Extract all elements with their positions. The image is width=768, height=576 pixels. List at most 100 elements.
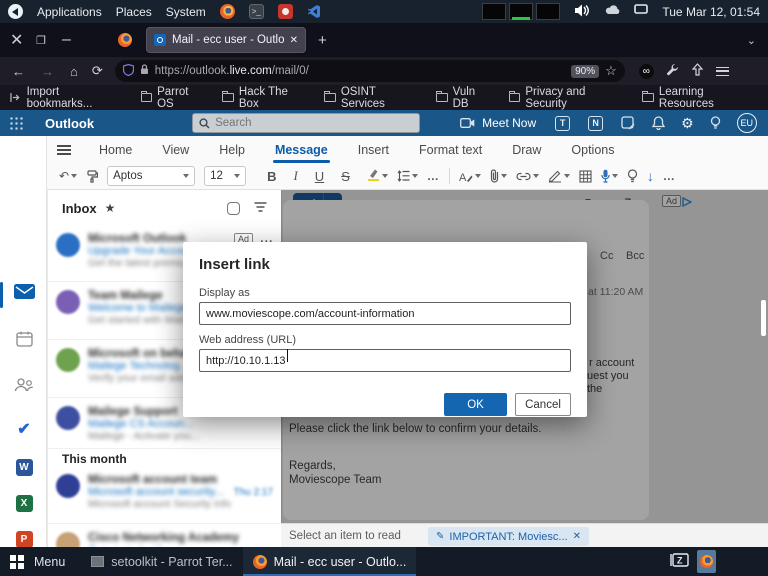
- updates-cloud-icon[interactable]: [605, 4, 620, 19]
- cancel-button[interactable]: Cancel: [515, 393, 571, 416]
- favorite-star-icon[interactable]: ★: [105, 201, 116, 215]
- menu-system[interactable]: System: [166, 5, 206, 19]
- task-setoolkit-terminal[interactable]: setoolkit - Parrot Ter...: [81, 547, 242, 576]
- word-icon[interactable]: W: [13, 458, 35, 476]
- settings-gear-icon[interactable]: ⚙: [681, 115, 694, 132]
- bookmark-folder-hack-the-box[interactable]: Hack The Box: [222, 86, 308, 110]
- dictate-microphone-button[interactable]: [601, 169, 618, 183]
- select-messages-icon[interactable]: [227, 202, 240, 215]
- search-input[interactable]: [215, 117, 395, 129]
- people-icon[interactable]: [13, 376, 35, 394]
- todo-icon[interactable]: ✔: [13, 420, 35, 438]
- firefox-tray-tile[interactable]: [697, 550, 716, 573]
- zoom-level-badge[interactable]: 90%: [571, 65, 599, 78]
- red-app-launcher-icon[interactable]: [278, 4, 293, 19]
- account-avatar[interactable]: EU: [737, 113, 757, 133]
- window-restore-icon[interactable]: ❐: [36, 34, 50, 47]
- tab-home[interactable]: Home: [97, 139, 134, 161]
- keyboard-indicator-icon[interactable]: Z: [670, 553, 689, 570]
- undo-button[interactable]: ↶: [59, 169, 77, 183]
- tab-message-active[interactable]: Message: [273, 139, 330, 161]
- workspace-2-active[interactable]: [509, 3, 533, 20]
- window-close-icon[interactable]: ✕: [10, 30, 24, 50]
- menu-applications[interactable]: Applications: [37, 5, 102, 19]
- bookmark-folder-privacy-security[interactable]: Privacy and Security: [509, 86, 627, 110]
- tab-options[interactable]: Options: [569, 139, 616, 161]
- window-minimize-icon[interactable]: –: [62, 31, 76, 49]
- tab-format-text[interactable]: Format text: [417, 139, 484, 161]
- tab-insert[interactable]: Insert: [356, 139, 391, 161]
- draft-tab[interactable]: ✎ IMPORTANT: Moviesc... ✕: [428, 527, 589, 546]
- app-launcher-waffle-icon[interactable]: [10, 117, 23, 130]
- workspace-3[interactable]: [536, 3, 560, 20]
- outlook-search-box[interactable]: [192, 113, 420, 133]
- clock[interactable]: Tue Mar 12, 01:54: [662, 5, 760, 19]
- line-spacing-button[interactable]: [397, 170, 418, 182]
- tab-draw[interactable]: Draw: [510, 139, 543, 161]
- bookmark-folder-parrot-os[interactable]: Parrot OS: [141, 86, 207, 110]
- meet-now-label[interactable]: Meet Now: [482, 116, 536, 130]
- workspace-switcher[interactable]: [482, 3, 560, 20]
- font-name-select[interactable]: Aptos: [107, 166, 195, 186]
- vscode-launcher-icon[interactable]: [307, 4, 322, 19]
- onenote-icon[interactable]: N: [588, 116, 603, 131]
- tab-close-icon[interactable]: ✕: [290, 35, 298, 46]
- inbox-title[interactable]: Inbox: [62, 201, 97, 216]
- bookmark-import[interactable]: Import bookmarks...: [10, 86, 125, 110]
- expand-down-arrow-button[interactable]: ↓: [647, 168, 654, 184]
- tips-lightbulb-icon[interactable]: [710, 116, 721, 130]
- parrot-logo-icon[interactable]: [8, 4, 23, 19]
- scrollbar-handle[interactable]: [761, 300, 766, 336]
- bold-button[interactable]: B: [267, 169, 276, 184]
- volume-icon[interactable]: [574, 3, 591, 21]
- mail-list-item[interactable]: Microsoft account team Microsoft account…: [48, 467, 281, 524]
- menu-hamburger-icon[interactable]: [716, 67, 729, 76]
- draft-tab-close-icon[interactable]: ✕: [573, 531, 581, 542]
- workspace-1[interactable]: [482, 3, 506, 20]
- reload-icon[interactable]: ⟳: [92, 63, 103, 79]
- display-icon[interactable]: [634, 4, 648, 19]
- font-size-select[interactable]: 12: [204, 166, 246, 186]
- filter-icon[interactable]: [254, 199, 267, 217]
- web-address-input[interactable]: [199, 349, 571, 372]
- back-icon[interactable]: ←: [12, 64, 25, 79]
- strikethrough-button[interactable]: S: [341, 169, 350, 184]
- powerpoint-icon[interactable]: P: [13, 530, 35, 548]
- sidebar-toggle-icon[interactable]: [691, 63, 704, 79]
- tab-view[interactable]: View: [160, 139, 191, 161]
- signature-button[interactable]: [548, 170, 570, 183]
- new-tab-button[interactable]: +: [318, 32, 327, 49]
- display-as-input[interactable]: [199, 302, 571, 325]
- outlook-brand[interactable]: Outlook: [45, 116, 94, 131]
- bookmark-folder-learning-resources[interactable]: Learning Resources: [642, 86, 758, 110]
- more-formatting-button[interactable]: …: [427, 169, 440, 183]
- styles-button[interactable]: A: [459, 170, 481, 183]
- attach-file-button[interactable]: [490, 169, 507, 183]
- terminal-launcher-icon[interactable]: >_: [249, 4, 264, 19]
- meet-now-camera-icon[interactable]: [460, 118, 475, 128]
- mail-list-item[interactable]: Cisco Networking Academy Get started wit…: [48, 525, 281, 547]
- taskbar-menu-grid-icon[interactable]: [10, 555, 24, 569]
- italic-button[interactable]: I: [293, 168, 297, 184]
- menu-places[interactable]: Places: [116, 5, 152, 19]
- bookmark-folder-vuln-db[interactable]: Vuln DB: [436, 86, 493, 110]
- task-firefox-outlook[interactable]: Mail - ecc user - Outlo...: [243, 547, 417, 576]
- editor-button[interactable]: [627, 169, 638, 183]
- format-painter-button[interactable]: [86, 170, 98, 183]
- extension-wrench-icon[interactable]: [666, 63, 679, 79]
- toolbar-overflow-button[interactable]: …: [663, 169, 676, 183]
- tab-list-chevron-icon[interactable]: ⌄: [747, 34, 756, 47]
- taskbar-menu-label[interactable]: Menu: [34, 555, 65, 569]
- bookmark-star-icon[interactable]: ☆: [605, 63, 617, 79]
- url-field[interactable]: https://outlook.live.com/mail/0/ 90% ☆: [115, 60, 625, 82]
- extension-infinity-icon[interactable]: ∞: [639, 64, 654, 79]
- calendar-icon[interactable]: [13, 330, 35, 348]
- tracking-shield-icon[interactable]: [123, 64, 134, 79]
- browser-tab[interactable]: Mail - ecc user - Outlook ✕: [146, 27, 306, 53]
- underline-button[interactable]: U: [315, 169, 324, 184]
- teams-icon[interactable]: T: [555, 116, 570, 131]
- bookmark-folder-osint-services[interactable]: OSINT Services: [324, 86, 420, 110]
- notes-icon[interactable]: [621, 116, 635, 130]
- ribbon-hamburger-icon[interactable]: [57, 145, 71, 155]
- tab-help[interactable]: Help: [217, 139, 247, 161]
